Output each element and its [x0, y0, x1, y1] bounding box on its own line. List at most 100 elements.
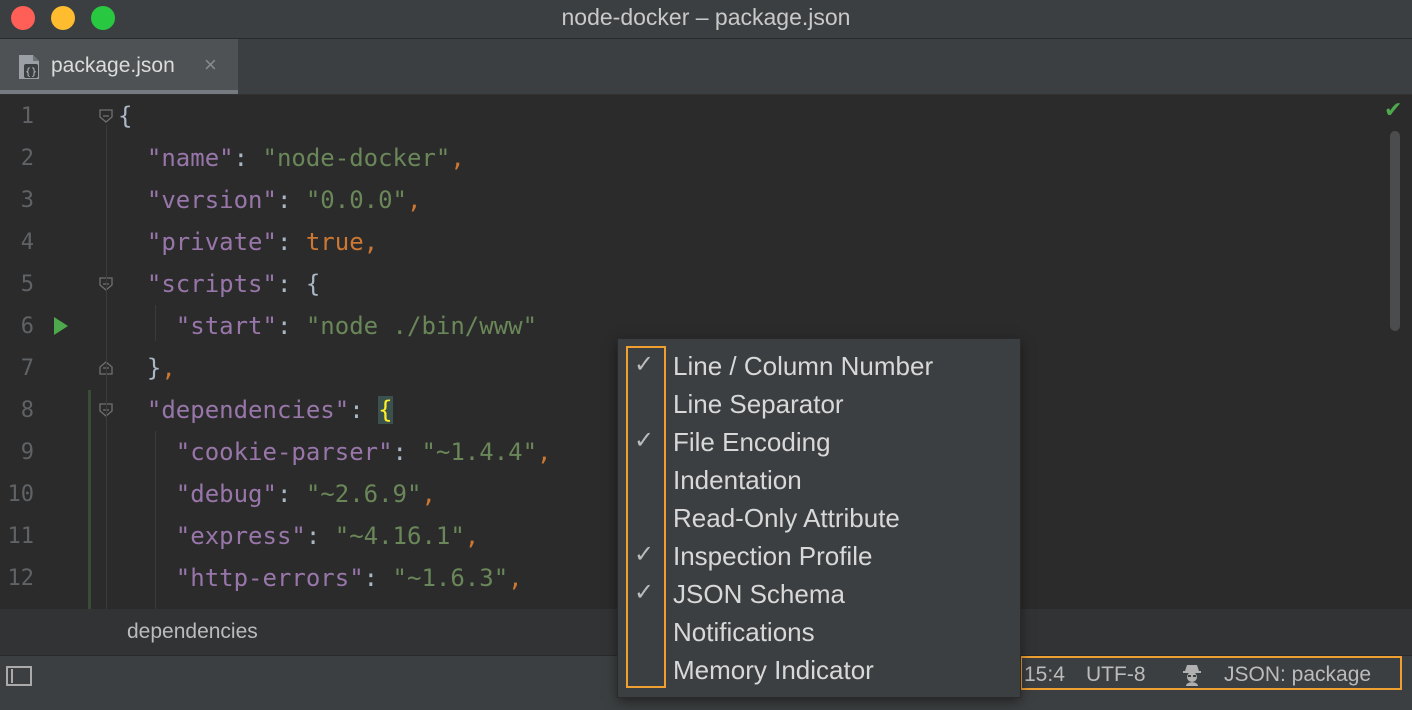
code-token: "dependencies" — [118, 396, 350, 424]
code-line[interactable]: "version": "0.0.0", — [118, 186, 422, 214]
code-line[interactable]: "http-errors": "~1.6.3", — [118, 564, 523, 592]
tool-window-toggle-icon[interactable] — [6, 666, 32, 686]
line-column-widget[interactable]: 15:4 — [1024, 663, 1065, 687]
code-token: : — [349, 396, 379, 424]
menu-item-label: Notifications — [673, 617, 815, 647]
code-token: , — [450, 144, 465, 172]
menu-item-inspection-profile[interactable]: ✓ Inspection Profile — [618, 536, 1020, 574]
line-number: 5 — [20, 272, 34, 297]
code-line[interactable]: }, — [118, 354, 176, 382]
code-token: : — [276, 480, 306, 508]
code-token: "private" — [118, 228, 277, 256]
file-encoding-widget[interactable]: UTF-8 — [1086, 663, 1146, 687]
menu-item-label: Inspection Profile — [673, 541, 873, 571]
menu-item-label: JSON Schema — [673, 579, 845, 609]
menu-item-label: Indentation — [673, 465, 802, 495]
code-token: : — [276, 186, 306, 214]
breadcrumb-item-dependencies[interactable]: dependencies — [127, 620, 258, 644]
code-token: , — [537, 438, 552, 466]
line-number: 7 — [20, 356, 34, 381]
code-token: "node-docker" — [262, 144, 451, 172]
json-schema-widget[interactable]: JSON: package — [1224, 663, 1371, 687]
menu-item-line-separator[interactable]: Line Separator — [618, 384, 1020, 422]
code-token: , — [464, 522, 480, 550]
menu-item-label: File Encoding — [673, 427, 831, 457]
code-line[interactable]: "scripts": { — [118, 270, 320, 298]
line-number: 10 — [7, 482, 35, 507]
menu-item-indentation[interactable]: Indentation — [618, 460, 1020, 498]
menu-item-label: Read-Only Attribute — [673, 503, 900, 533]
menu-item-json-schema[interactable]: ✓ JSON Schema — [618, 574, 1020, 612]
code-line[interactable]: "start": "node ./bin/www" — [118, 312, 537, 340]
code-token: "~2.6.9" — [305, 480, 422, 508]
code-line[interactable]: "dependencies": { — [118, 396, 393, 424]
svg-text:{}: {} — [25, 67, 37, 78]
code-token: : — [305, 522, 335, 550]
code-token: true, — [305, 228, 379, 256]
code-token: : — [276, 312, 306, 340]
indent-guide — [106, 125, 107, 609]
tab-package-json[interactable]: {} package.json × — [0, 39, 238, 94]
vcs-change-marker — [88, 390, 91, 609]
indent-guide — [155, 305, 156, 341]
code-token: "scripts" — [118, 270, 277, 298]
code-token: "debug" — [118, 480, 277, 508]
code-token: : — [363, 564, 393, 592]
code-token: , — [161, 354, 176, 382]
checkmark-column-highlight — [626, 346, 666, 688]
close-tab-icon[interactable]: × — [204, 52, 217, 78]
code-line[interactable]: "express": "~4.16.1", — [118, 522, 479, 550]
code-token: "0.0.0" — [305, 186, 408, 214]
run-icon[interactable] — [54, 317, 68, 335]
code-token: "~1.6.3" — [392, 564, 509, 592]
tab-label: package.json — [51, 54, 175, 77]
indent-guide — [155, 431, 156, 609]
code-token: : — [392, 438, 422, 466]
line-number: 4 — [20, 230, 34, 255]
code-token: { — [378, 396, 393, 424]
fold-open-icon[interactable] — [98, 108, 114, 124]
line-number: 11 — [7, 524, 35, 549]
menu-item-file-encoding[interactable]: ✓ File Encoding — [618, 422, 1020, 460]
line-number: 8 — [20, 398, 34, 423]
code-token: "version" — [118, 186, 277, 214]
status-widgets-highlight: 15:4 UTF-8 JSON: package — [1020, 656, 1402, 690]
line-number: 3 — [20, 188, 34, 213]
code-token: "~1.4.4" — [421, 438, 538, 466]
status-bar-widgets-menu: ✓ Line / Column Number Line Separator ✓ File… — [618, 339, 1020, 697]
code-token: { — [118, 102, 133, 130]
code-line[interactable]: "debug": "~2.6.9", — [118, 480, 436, 508]
code-token: , — [421, 480, 436, 508]
code-line[interactable]: "name": "node-docker", — [118, 144, 465, 172]
menu-item-notifications[interactable]: Notifications — [618, 612, 1020, 650]
inspection-ok-icon[interactable]: ✔ — [1384, 97, 1402, 123]
menu-item-memory-indicator[interactable]: Memory Indicator — [618, 650, 1020, 688]
json-file-icon: {} — [19, 55, 39, 79]
vertical-scrollbar[interactable] — [1390, 131, 1400, 331]
menu-item-line-column-number[interactable]: ✓ Line / Column Number — [618, 346, 1020, 384]
code-token: "name" — [118, 144, 234, 172]
code-line[interactable]: { — [118, 102, 132, 130]
line-number: 6 — [20, 314, 34, 339]
menu-item-read-only-attribute[interactable]: Read-Only Attribute — [618, 498, 1020, 536]
code-token: : { — [276, 270, 321, 298]
menu-item-label: Line Separator — [673, 389, 844, 419]
line-number: 9 — [20, 440, 34, 465]
code-line[interactable]: "private": true, — [118, 228, 378, 256]
code-token: : — [276, 228, 306, 256]
code-line[interactable]: "cookie-parser": "~1.4.4", — [118, 438, 552, 466]
menu-item-label: Memory Indicator — [673, 655, 874, 685]
code-token: "start" — [118, 312, 277, 340]
line-number: 2 — [20, 146, 34, 171]
editor-tab-bar: {} package.json × — [0, 39, 1412, 95]
code-token: : — [233, 144, 263, 172]
menu-item-label: Line / Column Number — [673, 351, 934, 381]
line-number: 1 — [20, 104, 34, 129]
code-token: , — [407, 186, 422, 214]
code-token: "cookie-parser" — [118, 438, 393, 466]
inspector-icon[interactable] — [1180, 662, 1204, 686]
line-number: 12 — [7, 566, 35, 591]
window-title: node-docker – package.json — [561, 4, 851, 30]
code-token: "express" — [118, 522, 306, 550]
code-token: "node ./bin/www" — [305, 312, 538, 340]
